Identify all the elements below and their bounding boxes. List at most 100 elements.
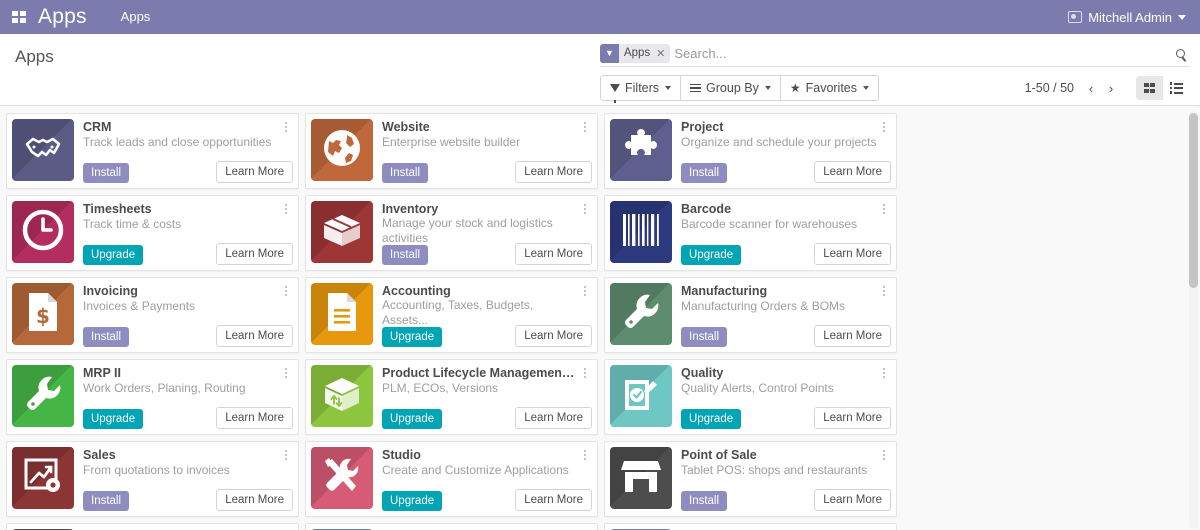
filters-dropdown[interactable]: Filters bbox=[600, 75, 682, 103]
install-button[interactable]: Install bbox=[83, 163, 130, 183]
app-card[interactable]: MRP II Work Orders, Planing, Routing Upgra… bbox=[6, 359, 299, 435]
search-input[interactable] bbox=[672, 45, 1170, 61]
app-card[interactable]: Product Lifecycle Management (... PLM, EC… bbox=[305, 359, 598, 435]
card-menu-icon[interactable] bbox=[280, 201, 292, 217]
app-card[interactable]: Website Enterprise website builder Install… bbox=[305, 113, 598, 189]
install-button[interactable]: Install bbox=[681, 163, 728, 183]
app-card[interactable]: Studio Create and Customize Applications U… bbox=[305, 441, 598, 517]
card-menu-icon[interactable] bbox=[579, 447, 591, 463]
search-button[interactable] bbox=[1170, 48, 1190, 58]
camera-icon bbox=[1068, 11, 1083, 23]
install-button[interactable]: Install bbox=[83, 327, 130, 347]
card-menu-icon[interactable] bbox=[280, 365, 292, 381]
app-card[interactable]: $ Invoicing Invoices & Payments Install Lear… bbox=[6, 277, 299, 353]
card-menu-icon[interactable] bbox=[280, 447, 292, 463]
card-menu-icon[interactable] bbox=[280, 283, 292, 299]
learn-more-button[interactable]: Learn More bbox=[216, 325, 293, 347]
learn-more-button[interactable]: Learn More bbox=[814, 489, 891, 511]
upgrade-button[interactable]: Upgrade bbox=[83, 245, 144, 265]
chevron-down-icon bbox=[863, 86, 870, 90]
learn-more-button[interactable]: Learn More bbox=[814, 243, 891, 265]
app-card[interactable]: Barcode Barcode scanner for warehouses Upg… bbox=[604, 195, 897, 271]
group-by-dropdown[interactable]: Group By bbox=[680, 75, 781, 101]
app-card[interactable]: Sales From quotations to invoices Install L… bbox=[6, 441, 299, 517]
app-icon: $ bbox=[12, 283, 74, 345]
learn-more-button[interactable]: Learn More bbox=[814, 407, 891, 429]
install-button[interactable]: Install bbox=[382, 245, 429, 265]
user-menu[interactable]: Mitchell Admin bbox=[1068, 10, 1200, 25]
star-icon: ★ bbox=[789, 81, 801, 95]
app-card[interactable]: PurchasePurchase orders, tenders and agr… bbox=[604, 523, 897, 530]
app-card[interactable]: Manufacturing Manufacturing Orders & BOMs… bbox=[604, 277, 897, 353]
card-menu-icon[interactable] bbox=[579, 119, 591, 135]
globe-icon bbox=[321, 127, 363, 174]
favorites-dropdown[interactable]: ★ Favorites bbox=[779, 75, 880, 101]
upgrade-button[interactable]: Upgrade bbox=[681, 245, 742, 265]
upgrade-button[interactable]: Upgrade bbox=[382, 491, 443, 511]
kanban-scrollbar-thumb[interactable] bbox=[1189, 113, 1198, 288]
search-facet-apps[interactable]: ▼ Apps ✕ bbox=[600, 43, 671, 63]
card-menu-icon[interactable] bbox=[878, 119, 890, 135]
app-card[interactable]: Timesheets Track time & costs Upgrade Learn… bbox=[6, 195, 299, 271]
app-card-actions: Upgrade Learn More bbox=[382, 325, 592, 347]
kanban-view-icon bbox=[1143, 83, 1156, 93]
upgrade-button[interactable]: Upgrade bbox=[382, 409, 443, 429]
install-button[interactable]: Install bbox=[681, 491, 728, 511]
search-view[interactable]: ▼ Apps ✕ bbox=[600, 42, 1190, 67]
app-name: Barcode bbox=[681, 202, 732, 216]
app-name: MRP II bbox=[83, 366, 121, 380]
list-view-button[interactable] bbox=[1163, 76, 1190, 100]
app-card[interactable]: CRM Track leads and close opportunities In… bbox=[6, 113, 299, 189]
card-menu-icon[interactable] bbox=[878, 365, 890, 381]
upgrade-button[interactable]: Upgrade bbox=[382, 327, 443, 347]
kanban-scrollbar[interactable] bbox=[1189, 111, 1198, 529]
card-menu-icon[interactable] bbox=[579, 283, 591, 299]
apps-grid-button[interactable] bbox=[0, 0, 38, 34]
learn-more-button[interactable]: Learn More bbox=[515, 243, 592, 265]
app-card[interactable]: eCommerceSell your products onlineInstal… bbox=[305, 523, 598, 530]
learn-more-button[interactable]: Learn More bbox=[515, 325, 592, 347]
app-icon bbox=[311, 283, 373, 345]
app-card-body: Quality Quality Alerts, Control Points Upg… bbox=[672, 365, 891, 429]
pager-previous-button[interactable]: ‹ bbox=[1082, 77, 1100, 99]
app-card-actions: Upgrade Learn More bbox=[83, 243, 293, 265]
app-icon bbox=[610, 119, 672, 181]
learn-more-button[interactable]: Learn More bbox=[515, 489, 592, 511]
app-name: CRM bbox=[83, 120, 112, 134]
app-card[interactable]: Quality Quality Alerts, Control Points Upg… bbox=[604, 359, 897, 435]
learn-more-button[interactable]: Learn More bbox=[216, 161, 293, 183]
learn-more-button[interactable]: Learn More bbox=[515, 407, 592, 429]
install-button[interactable]: Install bbox=[382, 163, 429, 183]
app-description: Work Orders, Planing, Routing bbox=[83, 381, 246, 395]
card-menu-icon[interactable] bbox=[280, 119, 292, 135]
card-menu-icon[interactable] bbox=[579, 201, 591, 217]
search-options-group: Filters Group By ★ Favorites bbox=[600, 75, 880, 103]
app-card[interactable]: Accounting Accounting, Taxes, Budgets, As… bbox=[305, 277, 598, 353]
app-card[interactable]: Project Organize and schedule your projec… bbox=[604, 113, 897, 189]
upgrade-button[interactable]: Upgrade bbox=[681, 409, 742, 429]
nav-menu-apps[interactable]: Apps bbox=[109, 0, 163, 34]
kanban-view-button[interactable] bbox=[1136, 76, 1163, 100]
learn-more-button[interactable]: Learn More bbox=[216, 243, 293, 265]
app-card[interactable]: Point of Sale Tablet POS: shops and resta… bbox=[604, 441, 897, 517]
install-button[interactable]: Install bbox=[83, 491, 130, 511]
grid-icon bbox=[12, 11, 26, 23]
close-icon[interactable]: ✕ bbox=[654, 43, 671, 63]
learn-more-button[interactable]: Learn More bbox=[216, 407, 293, 429]
app-icon bbox=[311, 365, 373, 427]
app-card[interactable]: Inventory Manage your stock and logistics… bbox=[305, 195, 598, 271]
upgrade-button[interactable]: Upgrade bbox=[83, 409, 144, 429]
install-button[interactable]: Install bbox=[681, 327, 728, 347]
learn-more-button[interactable]: Learn More bbox=[515, 161, 592, 183]
learn-more-button[interactable]: Learn More bbox=[814, 325, 891, 347]
pager-next-button[interactable]: › bbox=[1102, 77, 1120, 99]
card-menu-icon[interactable] bbox=[878, 201, 890, 217]
card-menu-icon[interactable] bbox=[878, 283, 890, 299]
card-menu-icon[interactable] bbox=[579, 365, 591, 381]
app-card-actions: Install Learn More bbox=[681, 489, 891, 511]
app-description: Quality Alerts, Control Points bbox=[681, 381, 834, 395]
card-menu-icon[interactable] bbox=[878, 447, 890, 463]
app-card[interactable]: NotesOrganize your work with memosInstal… bbox=[6, 523, 299, 530]
learn-more-button[interactable]: Learn More bbox=[814, 161, 891, 183]
learn-more-button[interactable]: Learn More bbox=[216, 489, 293, 511]
